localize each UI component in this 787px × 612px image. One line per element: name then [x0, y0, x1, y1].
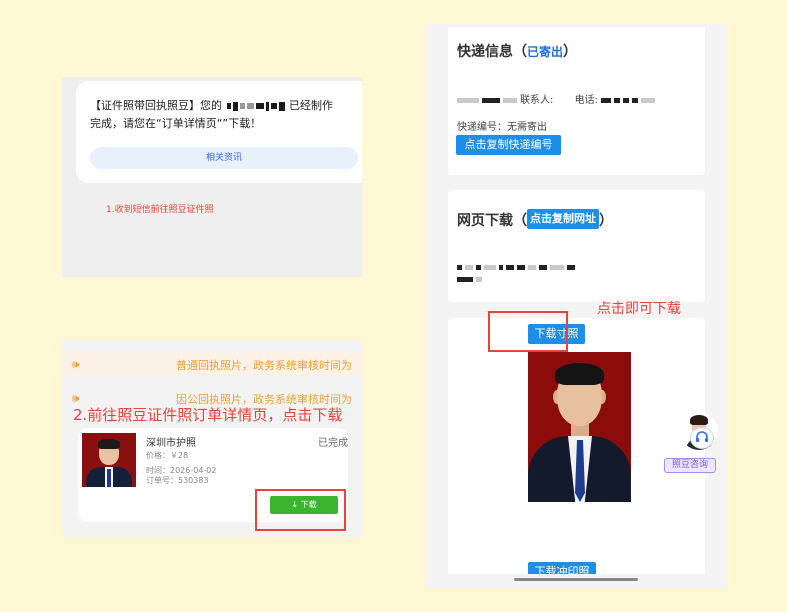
express-contact-row: 联系人: 电话:: [457, 91, 658, 106]
id-photo-image: [528, 352, 631, 502]
sms-line1-prefix: 【证件照带回执照豆】您的: [90, 99, 222, 112]
speaker-icon: 🕪: [72, 357, 80, 371]
download-size-highlight-box: [488, 311, 568, 352]
web-download-card: 网页下载（ 点击复制网址）: [448, 190, 705, 302]
copy-url-button[interactable]: 点击复制网址: [527, 209, 599, 229]
photo-download-card: 下载寸照 下载冲印照: [448, 318, 705, 588]
customer-service-label[interactable]: 照豆咨询: [664, 458, 716, 473]
step1-caption: 1.收到短信前往照豆证件照: [106, 205, 214, 215]
order-number: 订单号：530383: [146, 476, 209, 485]
headset-icon[interactable]: [690, 427, 714, 449]
order-delivery-screen: 快递信息（已寄出） 联系人: 电话: 快递编号：无需寄出 点击复制快递编号 网页…: [426, 24, 726, 588]
web-url-redacted-2: [457, 274, 485, 285]
order-status: 已完成: [318, 438, 348, 449]
express-status: 已寄出: [527, 45, 564, 59]
step2-caption: 2.前往照豆证件照订单详情页，点击下载: [73, 406, 343, 424]
sms-message-bubble: 【证件照带回执照豆】您的 已经制作 完成，请您在“订单详情页“”下载！ 相关资讯: [76, 81, 362, 183]
tracking-number-text: 快递编号：无需寄出: [457, 122, 547, 133]
order-product-name: 深圳市护照: [146, 438, 196, 449]
home-indicator: [514, 578, 638, 581]
notice-text-normal: 普通回执照片，政务系统审核时间为: [176, 359, 352, 372]
phone-label: 电话:: [574, 95, 598, 106]
redacted-text: [226, 99, 290, 112]
sms-line1-suffix: 已经制作: [289, 99, 333, 112]
express-info-card: 快递信息（已寄出） 联系人: 电话: 快递编号：无需寄出 点击复制快递编号: [448, 27, 705, 175]
related-info-button[interactable]: 相关资讯: [90, 147, 358, 169]
order-price: 价格：￥28: [146, 451, 189, 460]
web-url-redacted: [457, 262, 578, 273]
web-download-title: 网页下载（ 点击复制网址）: [457, 209, 613, 232]
notice-bar-normal: 🕪 普通回执照片，政务系统审核时间为: [62, 352, 362, 376]
download-highlight-box: [255, 489, 346, 531]
express-info-title: 快递信息（已寄出）: [457, 44, 578, 60]
contact-label: 联系人:: [520, 95, 554, 106]
order-photo-thumbnail: [82, 433, 136, 487]
bottom-safe-area: [426, 574, 726, 588]
sms-screenshot-panel: 【证件照带回执照豆】您的 已经制作 完成，请您在“订单详情页“”下载！ 相关资讯…: [62, 77, 362, 277]
sms-line2: 完成，请您在“订单详情页“”下载！: [90, 117, 262, 130]
click-to-download-callout: 点击即可下载: [597, 301, 681, 317]
copy-tracking-button[interactable]: 点击复制快递编号: [456, 135, 561, 155]
sms-message-text: 【证件照带回执照豆】您的 已经制作 完成，请您在“订单详情页“”下载！: [90, 97, 358, 133]
